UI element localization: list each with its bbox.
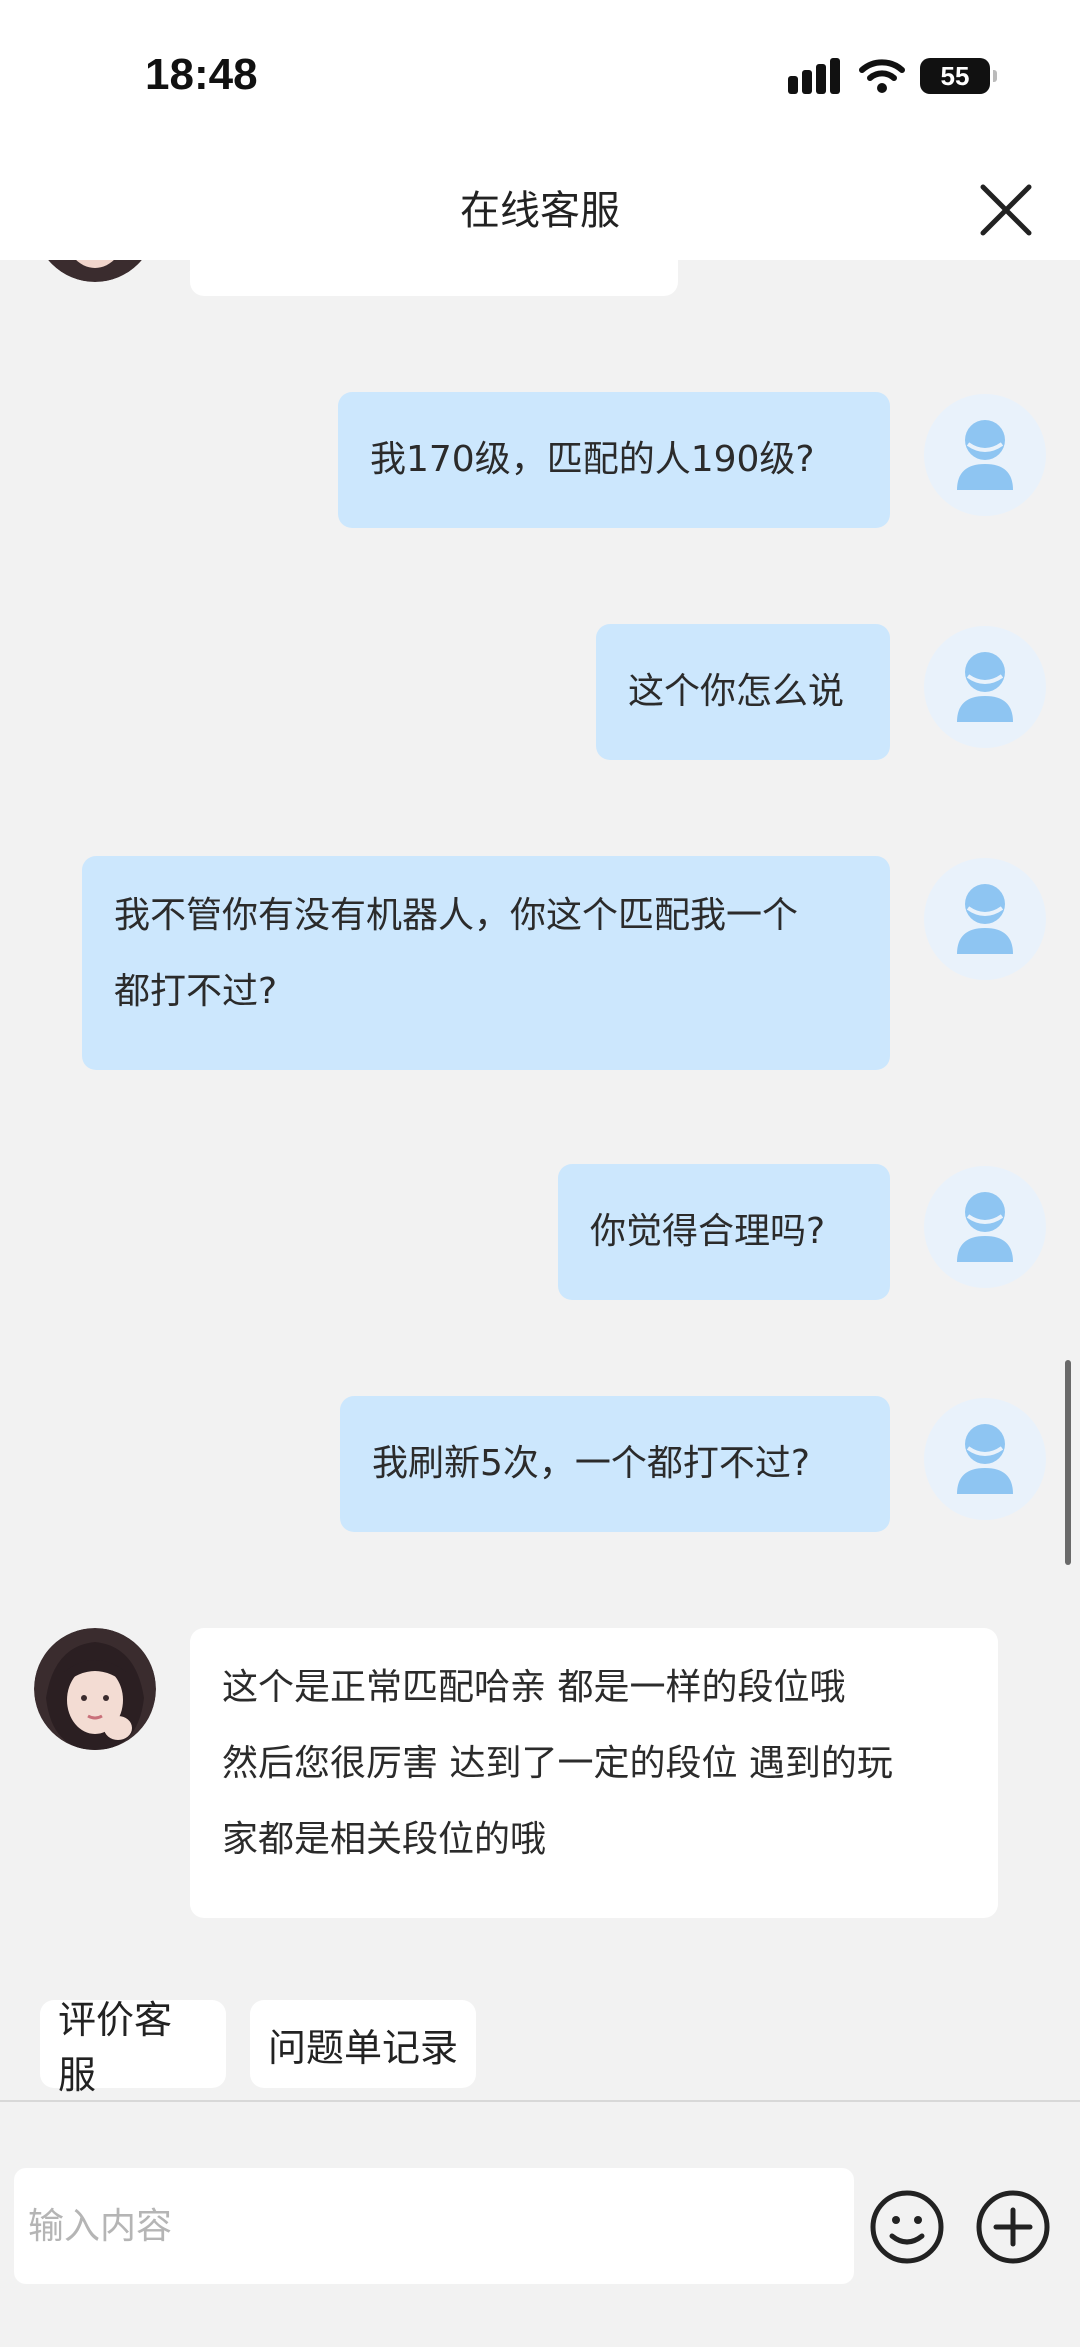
signal-icon — [788, 58, 840, 94]
battery-level: 55 — [940, 60, 970, 91]
user-avatar — [924, 394, 1046, 516]
ticket-history-label: 问题单记录 — [268, 2025, 459, 2070]
status-bar: 18:48 55 — [0, 0, 1080, 160]
message-text-line: 然后您很厉害 达到了一定的段位 遇到的玩 — [222, 1743, 893, 1784]
message-text: 这个你怎么说 — [628, 671, 845, 712]
message-text-line: 我不管你有没有机器人，你这个匹配我一个 — [114, 895, 799, 936]
user-avatar-icon — [957, 652, 1013, 722]
user-avatar — [924, 1398, 1046, 1520]
ticket-history-button[interactable]: 问题单记录 — [250, 2000, 476, 2088]
emoji-button[interactable] — [866, 2186, 948, 2268]
battery-indicator: 55 — [920, 58, 997, 94]
user-message: 我不管你有没有机器人，你这个匹配我一个 都打不过? — [82, 856, 890, 1070]
chat-scrollbar[interactable] — [1065, 1360, 1071, 1565]
message-text-line: 家都是相关段位的哦 — [222, 1819, 547, 1860]
close-button[interactable] — [974, 178, 1038, 242]
header: 在线客服 — [0, 160, 1080, 260]
wifi-icon — [859, 59, 905, 93]
user-avatar-icon — [957, 1192, 1013, 1262]
message-text: 你觉得合理吗? — [590, 1211, 826, 1252]
status-icons: 55 — [788, 58, 997, 94]
user-avatar-icon — [957, 420, 1013, 490]
user-avatar-icon — [957, 1424, 1013, 1494]
rate-service-label: 评价客服 — [58, 1998, 173, 2097]
user-message: 我刷新5次，一个都打不过? — [340, 1396, 890, 1532]
user-avatar — [924, 1166, 1046, 1288]
input-bar — [0, 2102, 1080, 2347]
user-avatar — [924, 626, 1046, 748]
plus-button[interactable] — [972, 2186, 1054, 2268]
agent-message-previous — [190, 260, 678, 296]
user-message: 你觉得合理吗? — [558, 1164, 890, 1300]
agent-avatar — [34, 1628, 156, 1750]
agent-message: 这个是正常匹配哈亲 都是一样的段位哦 然后您很厉害 达到了一定的段位 遇到的玩 … — [190, 1628, 998, 1918]
user-avatar-icon — [957, 884, 1013, 954]
page-title: 在线客服 — [460, 188, 620, 234]
message-text-line: 这个是正常匹配哈亲 都是一样的段位哦 — [222, 1667, 846, 1708]
message-input[interactable] — [14, 2168, 854, 2284]
close-icon — [980, 184, 1032, 236]
message-text: 我刷新5次，一个都打不过? — [372, 1443, 811, 1484]
rate-service-button[interactable]: 评价客服 — [40, 1998, 226, 2097]
plus-circle-icon — [976, 2190, 1050, 2264]
message-text-line: 都打不过? — [114, 971, 278, 1012]
chat-area[interactable]: 我170级，匹配的人190级? 这个你怎么说 我不管你有没有机器人，你这个匹配我… — [0, 260, 1080, 2100]
status-time: 18:48 — [145, 50, 258, 99]
smiley-icon — [870, 2190, 944, 2264]
agent-avatar — [34, 260, 156, 282]
user-message: 这个你怎么说 — [596, 624, 890, 760]
user-message: 我170级，匹配的人190级? — [338, 392, 890, 528]
user-avatar — [924, 858, 1046, 980]
message-text: 我170级，匹配的人190级? — [370, 439, 815, 480]
